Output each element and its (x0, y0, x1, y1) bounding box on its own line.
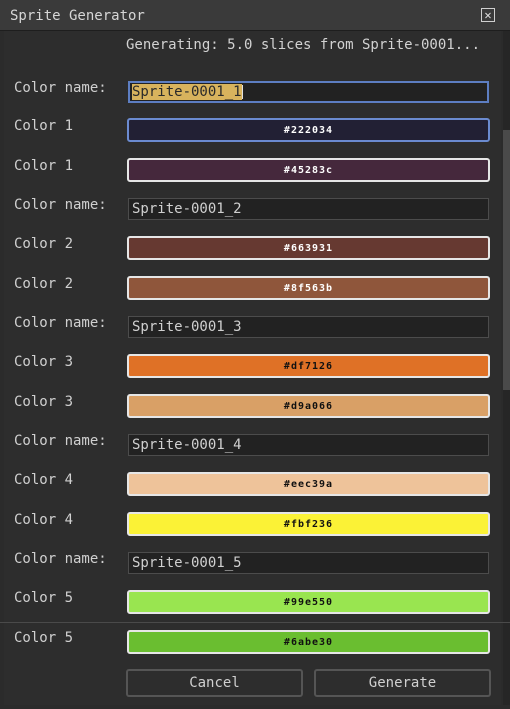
color-label: Color 3 (14, 394, 74, 410)
generate-button[interactable]: Generate (314, 669, 491, 697)
color-name-label: Color name: (14, 433, 107, 449)
color-swatch-button[interactable]: #df7126 (127, 354, 490, 378)
color-label: Color 2 (14, 236, 74, 252)
color-hex-label: #eec39a (283, 478, 334, 490)
generation-status: Generating: 5.0 slices from Sprite-0001.… (126, 37, 481, 53)
color-name-label: Color name: (14, 315, 107, 331)
color-name-value: Sprite-0001_3 (132, 319, 242, 335)
window-title: Sprite Generator (10, 8, 145, 24)
color-swatch-button[interactable]: #eec39a (127, 472, 490, 496)
color-hex-label: #df7126 (283, 360, 334, 372)
color-hex-label: #d9a066 (283, 400, 334, 412)
color-name-input[interactable]: Sprite-0001_4 (128, 434, 489, 456)
color-label: Color 4 (14, 512, 74, 528)
close-icon[interactable]: ✕ (481, 8, 495, 22)
window-titlebar: Sprite Generator ✕ (0, 0, 510, 31)
color-swatch-button[interactable]: #d9a066 (127, 394, 490, 418)
color-name-value: Sprite-0001_5 (132, 555, 242, 571)
color-hex-label: #222034 (283, 124, 334, 136)
color-swatch-button[interactable]: #6abe30 (127, 630, 490, 654)
color-name-value: Sprite-0001_2 (132, 201, 242, 217)
color-hex-label: #6abe30 (283, 636, 334, 648)
color-name-label: Color name: (14, 551, 107, 567)
color-swatch-button[interactable]: #45283c (127, 158, 490, 182)
color-name-input[interactable]: Sprite-0001_5 (128, 552, 489, 574)
color-swatch-button[interactable]: #8f563b (127, 276, 490, 300)
color-hex-label: #45283c (283, 164, 334, 176)
color-label: Color 1 (14, 158, 74, 174)
selected-text: Sprite-0001_1 (132, 84, 242, 100)
background-divider (0, 622, 510, 623)
color-label: Color 1 (14, 118, 74, 134)
color-name-label: Color name: (14, 197, 107, 213)
scrollbar-thumb[interactable] (503, 130, 510, 390)
color-name-input[interactable]: Sprite-0001_1 (128, 81, 489, 103)
color-swatch-button[interactable]: #fbf236 (127, 512, 490, 536)
color-label: Color 3 (14, 354, 74, 370)
color-swatch-button[interactable]: #663931 (127, 236, 490, 260)
cancel-button[interactable]: Cancel (126, 669, 303, 697)
color-name-label: Color name: (14, 80, 107, 96)
color-hex-label: #fbf236 (283, 518, 334, 530)
color-name-input[interactable]: Sprite-0001_3 (128, 316, 489, 338)
color-swatch-button[interactable]: #222034 (127, 118, 490, 142)
color-hex-label: #8f563b (283, 282, 334, 294)
color-swatch-button[interactable]: #99e550 (127, 590, 490, 614)
color-label: Color 5 (14, 590, 74, 606)
color-name-input[interactable]: Sprite-0001_2 (128, 198, 489, 220)
color-hex-label: #99e550 (283, 596, 334, 608)
color-label: Color 5 (14, 630, 74, 646)
text-caret (241, 85, 243, 99)
color-name-value: Sprite-0001_4 (132, 437, 242, 453)
color-hex-label: #663931 (283, 242, 334, 254)
color-label: Color 4 (14, 472, 74, 488)
color-label: Color 2 (14, 276, 74, 292)
